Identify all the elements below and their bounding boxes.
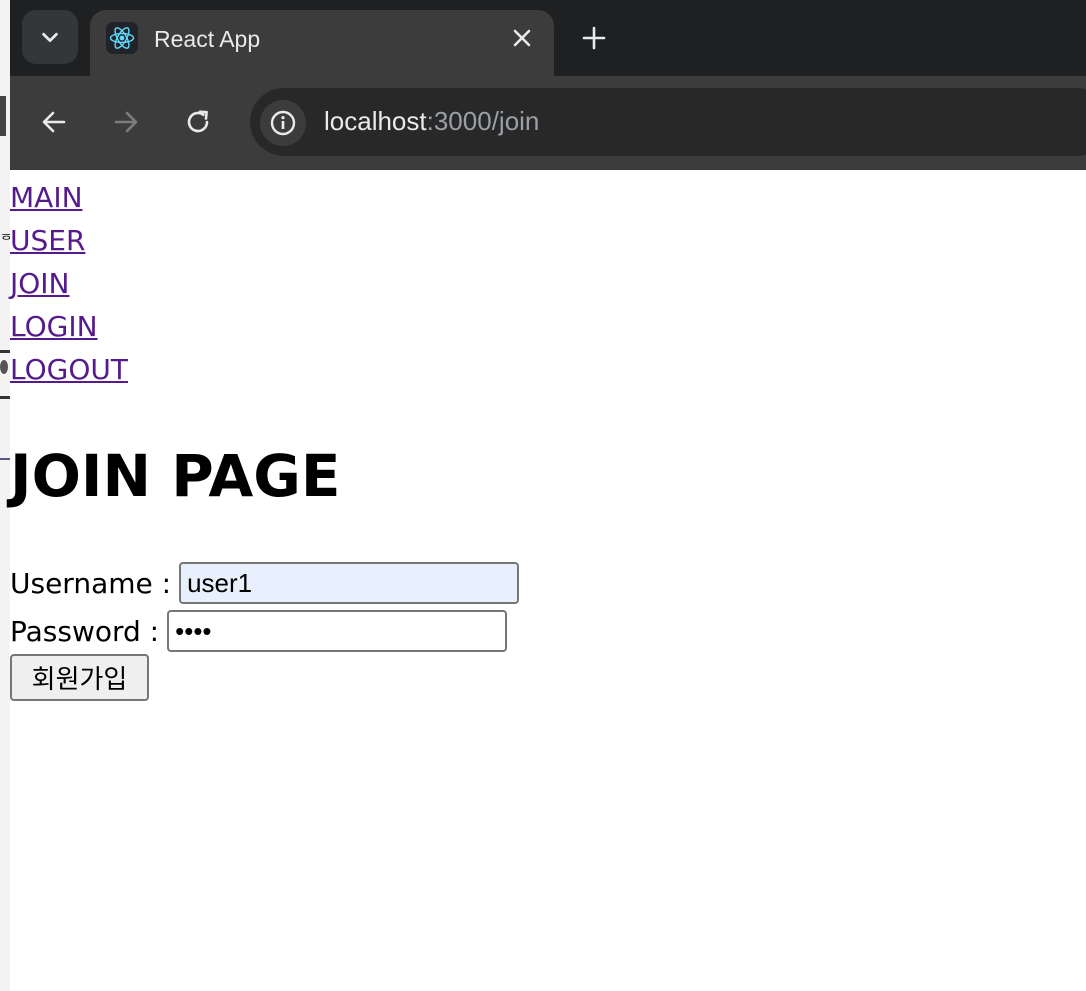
new-tab-button[interactable] xyxy=(576,20,612,56)
background-window-glyph xyxy=(0,360,8,374)
browser-window: React App localhost:3000/join MAIN USER … xyxy=(10,0,1086,991)
nav-link-user[interactable]: USER xyxy=(10,219,128,262)
arrow-left-icon xyxy=(42,111,66,133)
close-icon xyxy=(513,29,531,47)
username-input[interactable] xyxy=(179,562,520,604)
tab-strip: React App xyxy=(10,0,1086,76)
password-row: Password : xyxy=(10,610,508,652)
url-host: localhost xyxy=(324,106,427,136)
chevron-down-icon xyxy=(42,32,58,43)
plus-icon xyxy=(582,26,606,50)
tab-title: React App xyxy=(154,26,261,52)
nav-link-logout[interactable]: LOGOUT xyxy=(10,348,128,391)
nav-link-main[interactable]: MAIN xyxy=(10,176,128,219)
arrow-right-icon xyxy=(114,111,138,133)
nav-link-join[interactable]: JOIN xyxy=(10,262,128,305)
url-path: :3000/join xyxy=(426,106,540,136)
tab-search-button[interactable] xyxy=(22,10,78,64)
browser-toolbar: localhost:3000/join xyxy=(10,76,1086,170)
password-input[interactable] xyxy=(167,610,508,652)
site-info-button[interactable] xyxy=(260,100,306,146)
screen: ᅙ React App xyxy=(0,0,1086,991)
url-text: localhost:3000/join xyxy=(324,106,539,137)
background-window-line xyxy=(0,350,10,353)
background-window-glyph xyxy=(0,96,6,136)
background-window-line xyxy=(0,458,10,460)
page-title: JOIN PAGE xyxy=(10,442,341,510)
forward-button[interactable] xyxy=(106,102,146,142)
info-icon xyxy=(270,110,296,136)
close-tab-button[interactable] xyxy=(506,22,538,54)
nav-link-login[interactable]: LOGIN xyxy=(10,305,128,348)
password-label: Password : xyxy=(10,614,160,648)
reload-button[interactable] xyxy=(178,102,218,142)
nav-links: MAIN USER JOIN LOGIN LOGOUT xyxy=(10,176,128,391)
join-submit-button[interactable]: 회원가입 xyxy=(10,654,149,701)
react-logo-icon xyxy=(106,22,138,54)
address-bar[interactable]: localhost:3000/join xyxy=(250,88,1086,156)
username-row: Username : xyxy=(10,562,520,604)
reload-icon xyxy=(187,110,209,133)
back-button[interactable] xyxy=(34,102,74,142)
background-window-line xyxy=(0,396,10,399)
username-label: Username : xyxy=(10,566,172,600)
page-content: MAIN USER JOIN LOGIN LOGOUT JOIN PAGE Us… xyxy=(10,170,1086,991)
tab-react-app[interactable]: React App xyxy=(90,10,554,76)
